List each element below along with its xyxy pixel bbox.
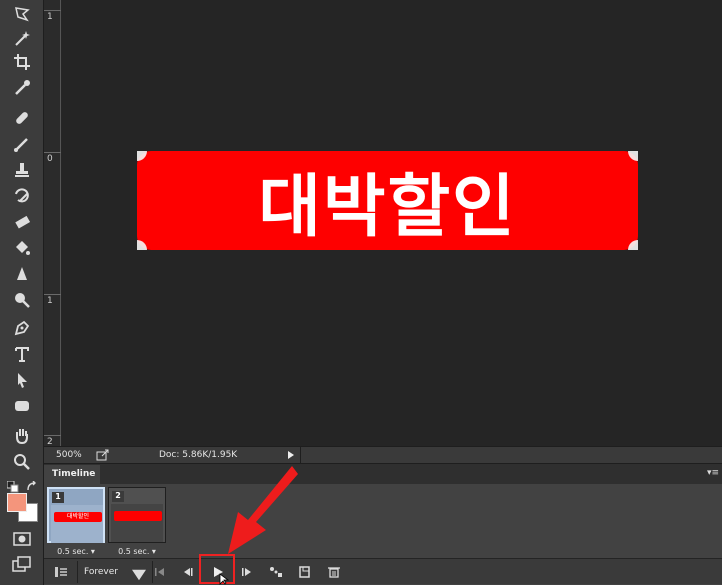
default-colors-icon[interactable] — [6, 478, 19, 493]
frame-number: 1 — [52, 492, 64, 503]
banner-corner — [137, 151, 147, 161]
timeline-panel: Timeline ▾≡ 대박할인 1 0.5 sec. ▾ 2 0.5 sec.… — [44, 463, 722, 585]
zoom-icon[interactable] — [8, 450, 36, 474]
mouse-cursor-icon — [219, 573, 229, 585]
history-brush-icon[interactable] — [8, 184, 36, 208]
banner-corner — [137, 240, 147, 250]
brush-icon[interactable] — [8, 132, 36, 156]
ruler-tick — [44, 152, 61, 153]
play-button-highlight — [199, 554, 235, 584]
healing-brush-icon[interactable] — [8, 106, 36, 130]
thumbnail-canvas — [111, 504, 163, 542]
eraser-icon[interactable] — [8, 210, 36, 234]
swap-colors-icon[interactable] — [26, 478, 38, 491]
timeline-controls: Forever — [44, 558, 722, 584]
convert-to-video-timeline-icon[interactable] — [50, 563, 72, 581]
banner-corner — [628, 151, 638, 161]
document-canvas[interactable]: 대박할인 — [62, 0, 722, 446]
screen-mode-icon[interactable] — [12, 556, 32, 572]
type-icon[interactable] — [8, 342, 36, 366]
chevron-down-icon — [132, 569, 146, 584]
status-menu-arrow-icon[interactable] — [286, 450, 296, 460]
paint-bucket-icon[interactable] — [8, 236, 36, 260]
divider — [77, 561, 78, 583]
ruler-tick — [44, 435, 61, 436]
crop-icon[interactable] — [8, 50, 36, 74]
timeline-frame-2[interactable]: 2 0.5 sec. ▾ — [108, 487, 166, 559]
clone-stamp-icon[interactable] — [8, 158, 36, 182]
thumbnail-banner — [114, 511, 162, 521]
ruler-label: 0 — [47, 154, 53, 164]
ruler-tick — [44, 294, 61, 295]
pen-icon[interactable] — [8, 316, 36, 340]
thumbnail-canvas — [51, 505, 103, 543]
banner-corner — [628, 240, 638, 250]
hand-icon[interactable] — [8, 424, 36, 448]
first-frame-icon[interactable] — [150, 563, 170, 581]
tab-timeline[interactable]: Timeline — [44, 465, 100, 484]
tween-icon[interactable] — [266, 563, 286, 581]
status-bar: 500% Doc: 5.86K/1.95K — [44, 446, 722, 463]
banner-text: 대박할인 — [258, 168, 517, 247]
zoom-level[interactable]: 500% — [56, 450, 82, 460]
toolbox — [0, 0, 44, 585]
vertical-ruler: 1 0 1 2 — [44, 0, 61, 447]
quick-mask-icon[interactable] — [13, 531, 31, 546]
divider — [300, 447, 301, 463]
eyedropper-icon[interactable] — [8, 76, 36, 100]
dodge-icon[interactable] — [8, 288, 36, 312]
frame-delay-value: 0.5 sec. — [57, 547, 89, 556]
loop-options-select[interactable]: Forever — [80, 563, 150, 581]
path-selection-icon[interactable] — [8, 368, 36, 392]
frame-thumbnail[interactable]: 2 — [108, 487, 166, 543]
ruler-tick — [44, 10, 61, 11]
ruler-label: 1 — [47, 12, 53, 22]
chevron-down-icon: ▾ — [151, 547, 156, 556]
thumbnail-banner: 대박할인 — [54, 512, 102, 522]
lasso-icon[interactable] — [8, 2, 36, 26]
timeline-frame-1[interactable]: 대박할인 1 0.5 sec. ▾ — [47, 487, 105, 559]
trash-icon[interactable] — [324, 563, 344, 581]
magic-wand-icon[interactable] — [8, 26, 36, 50]
duplicate-frame-icon[interactable] — [295, 563, 315, 581]
loop-value: Forever — [84, 567, 118, 577]
ruler-label: 1 — [47, 296, 53, 306]
frame-thumbnail[interactable]: 대박할인 1 — [47, 487, 105, 543]
panel-menu-icon[interactable]: ▾≡ — [707, 468, 719, 478]
frame-delay-select[interactable]: 0.5 sec. ▾ — [108, 545, 166, 559]
sale-banner: 대박할인 — [137, 151, 638, 250]
chevron-down-icon: ▾ — [90, 547, 95, 556]
timeline-header: Timeline ▾≡ — [44, 464, 722, 484]
document-size-info: Doc: 5.86K/1.95K — [159, 450, 238, 460]
red-arrow-icon — [228, 466, 298, 554]
prev-frame-icon[interactable] — [178, 563, 198, 581]
blur-icon[interactable] — [8, 262, 36, 286]
frame-number: 2 — [112, 491, 124, 502]
frame-delay-select[interactable]: 0.5 sec. ▾ — [47, 545, 105, 559]
frame-delay-value: 0.5 sec. — [118, 547, 150, 556]
next-frame-icon[interactable] — [237, 563, 257, 581]
rectangle-icon[interactable] — [8, 394, 36, 418]
foreground-color-swatch[interactable] — [7, 493, 27, 512]
export-icon[interactable] — [96, 449, 110, 461]
